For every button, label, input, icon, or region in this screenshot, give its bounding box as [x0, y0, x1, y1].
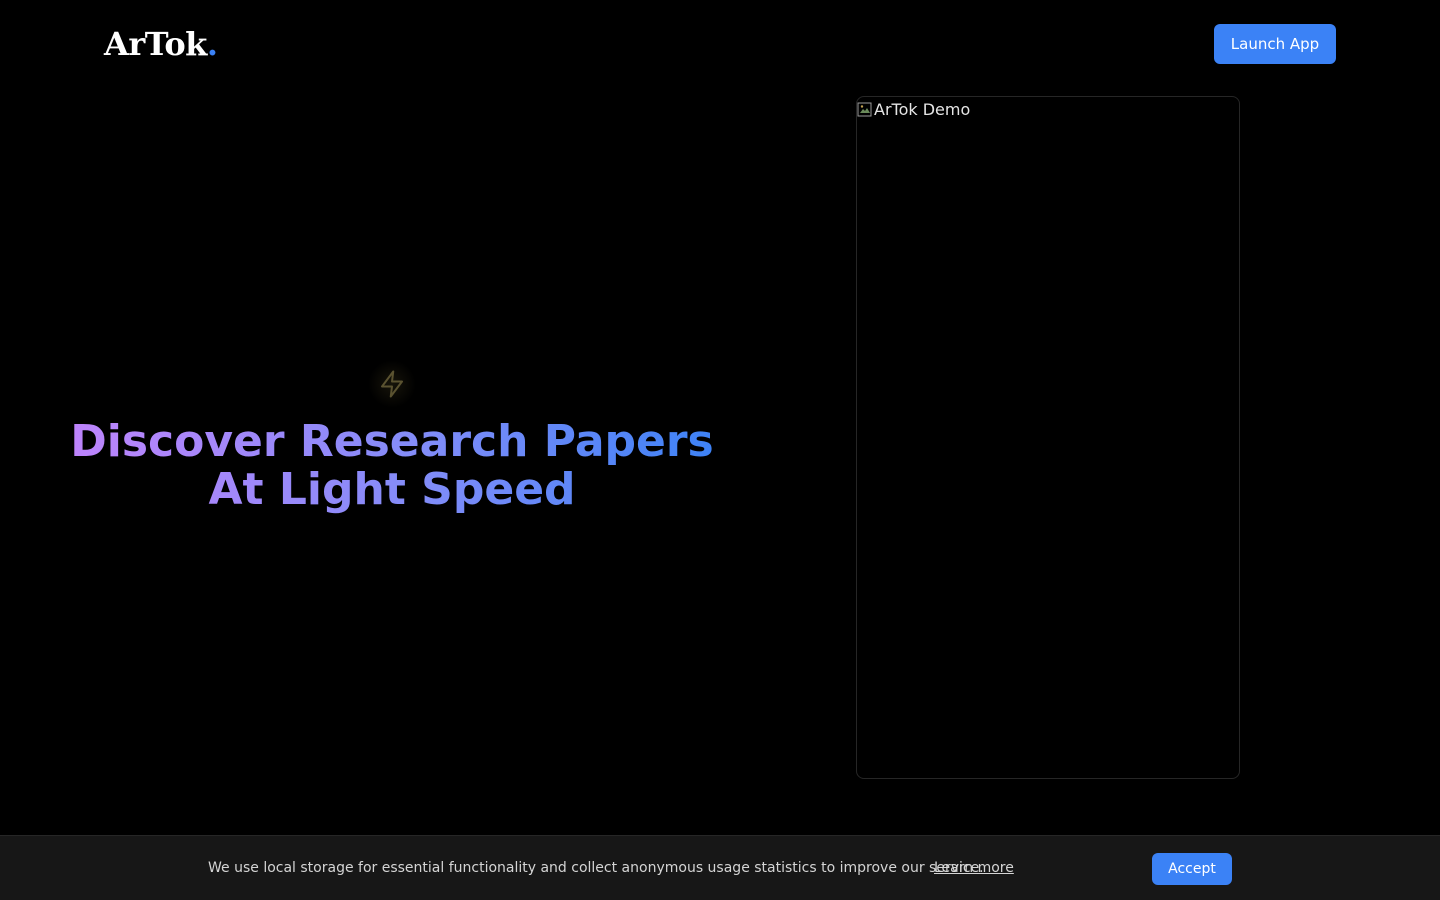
headline-line-1: Discover Research Papers	[70, 416, 714, 467]
broken-image-icon	[857, 102, 872, 117]
lightning-bolt-icon	[368, 360, 416, 408]
launch-app-button[interactable]: Launch App	[1214, 24, 1336, 64]
hero-section: Discover Research Papers At Light Speed	[60, 340, 724, 514]
headline-line-2: At Light Speed	[208, 464, 576, 515]
site-header: ArTok. Launch App	[0, 0, 1440, 88]
learn-more-link[interactable]: Learn more	[934, 858, 1014, 878]
cookie-message: We use local storage for essential funct…	[208, 860, 984, 876]
demo-image-frame: ArTok Demo	[856, 96, 1240, 779]
landing-page: ArTok. Launch App Discover Research Pape…	[0, 0, 1440, 900]
logo-text: ArTok	[104, 25, 207, 63]
logo-dot: .	[206, 25, 218, 63]
demo-image-broken: ArTok Demo	[857, 99, 970, 121]
accept-cookies-button[interactable]: Accept	[1152, 853, 1232, 885]
cookie-banner: We use local storage for essential funct…	[0, 835, 1440, 900]
demo-image-alt-text: ArTok Demo	[874, 100, 971, 119]
hero-headline: Discover Research Papers At Light Speed	[60, 418, 724, 514]
logo[interactable]: ArTok.	[104, 22, 218, 66]
